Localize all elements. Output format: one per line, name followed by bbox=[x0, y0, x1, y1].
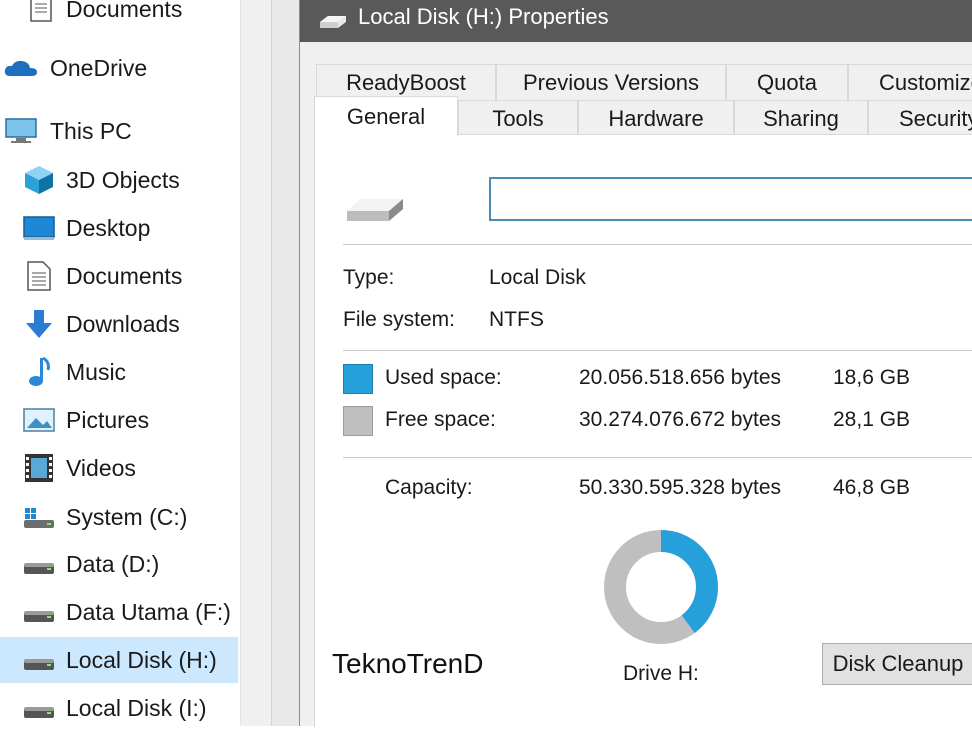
tab-readyboost[interactable]: ReadyBoost bbox=[316, 64, 496, 100]
divider bbox=[343, 244, 972, 245]
type-label: Type: bbox=[343, 266, 395, 289]
drive-icon bbox=[22, 691, 56, 725]
properties-dialog: Local Disk (H:) Properties ReadyBoost Pr… bbox=[299, 0, 972, 727]
documents-icon bbox=[22, 259, 56, 293]
used-space-bytes: 20.056.518.656 bytes bbox=[579, 366, 782, 389]
nav-item-label: Data Utama (F:) bbox=[66, 598, 231, 625]
system-drive-icon bbox=[22, 500, 56, 534]
nav-item-pictures[interactable]: Pictures bbox=[0, 397, 238, 443]
free-space-gb: 28,1 GB bbox=[833, 408, 911, 431]
nav-item-label: Documents bbox=[66, 0, 183, 22]
nav-item-label: Desktop bbox=[66, 214, 151, 241]
nav-item-data-utama-f[interactable]: Data Utama (F:) bbox=[0, 589, 238, 635]
nav-item-desktop[interactable]: Desktop bbox=[0, 205, 238, 251]
file-system-value: NTFS bbox=[489, 308, 544, 331]
tab-security[interactable]: Security bbox=[868, 100, 972, 136]
nav-item-label: Music bbox=[66, 358, 127, 385]
drive-icon bbox=[22, 643, 56, 677]
nav-item-videos[interactable]: Videos bbox=[0, 445, 238, 491]
nav-item-local-disk-i[interactable]: Local Disk (I:) bbox=[0, 685, 238, 731]
desktop-icon bbox=[22, 211, 56, 245]
free-space-swatch bbox=[343, 406, 373, 436]
free-space-label: Free space: bbox=[385, 408, 496, 431]
music-icon bbox=[22, 355, 56, 389]
drive-icon bbox=[345, 193, 405, 230]
used-space-label: Used space: bbox=[385, 366, 502, 389]
nav-item-music[interactable]: Music bbox=[0, 349, 238, 395]
divider bbox=[343, 350, 972, 351]
nav-item-label: Local Disk (H:) bbox=[66, 646, 217, 673]
capacity-gb: 46,8 GB bbox=[833, 476, 911, 499]
videos-icon bbox=[22, 451, 56, 485]
tab-sharing[interactable]: Sharing bbox=[734, 100, 868, 136]
tab-quota[interactable]: Quota bbox=[726, 64, 848, 100]
nav-item-label: Documents bbox=[66, 262, 183, 289]
nav-item-onedrive[interactable]: OneDrive bbox=[0, 45, 238, 91]
drive-label: Drive H: bbox=[623, 662, 699, 685]
tab-hardware[interactable]: Hardware bbox=[578, 100, 734, 136]
drive-icon bbox=[22, 547, 56, 581]
general-tab-panel: Type: Local Disk File system: NTFS Used … bbox=[314, 134, 972, 727]
file-system-label: File system: bbox=[343, 308, 456, 331]
nav-item-label: Downloads bbox=[66, 310, 180, 337]
nav-item-label: Videos bbox=[66, 454, 136, 481]
dialog-title: Local Disk (H:) Properties bbox=[358, 4, 609, 29]
nav-item-data-d[interactable]: Data (D:) bbox=[0, 541, 238, 587]
nav-item-3d-objects[interactable]: 3D Objects bbox=[0, 157, 238, 203]
dialog-titlebar[interactable]: Local Disk (H:) Properties bbox=[300, 0, 972, 42]
free-space-bytes: 30.274.076.672 bytes bbox=[579, 408, 782, 431]
nav-item-label: Local Disk (I:) bbox=[66, 694, 207, 721]
tab-customize[interactable]: Customize bbox=[848, 64, 972, 100]
pictures-icon bbox=[22, 403, 56, 437]
downloads-icon bbox=[22, 307, 56, 341]
nav-item-documents-top[interactable]: Documents bbox=[0, 0, 238, 32]
this-pc-icon bbox=[4, 114, 38, 148]
capacity-label: Capacity: bbox=[385, 476, 473, 499]
onedrive-icon bbox=[4, 51, 38, 85]
capacity-bytes: 50.330.595.328 bytes bbox=[579, 476, 782, 499]
nav-scrollbar[interactable] bbox=[240, 0, 271, 726]
type-value: Local Disk bbox=[489, 266, 586, 289]
nav-item-downloads[interactable]: Downloads bbox=[0, 301, 238, 347]
tab-previous-versions[interactable]: Previous Versions bbox=[496, 64, 726, 100]
drive-icon bbox=[318, 8, 348, 37]
divider bbox=[343, 457, 972, 458]
usage-donut-chart bbox=[604, 530, 718, 644]
nav-item-system-c[interactable]: System (C:) bbox=[0, 494, 238, 540]
drive-icon bbox=[22, 595, 56, 629]
navigation-pane: Documents OneDrive This PC 3D Objects De… bbox=[0, 0, 240, 726]
nav-item-label: Pictures bbox=[66, 406, 150, 433]
nav-item-label: 3D Objects bbox=[66, 166, 180, 193]
used-space-swatch bbox=[343, 364, 373, 394]
nav-item-label: OneDrive bbox=[50, 54, 148, 81]
3d-objects-icon bbox=[22, 163, 56, 197]
nav-item-label: System (C:) bbox=[66, 503, 188, 530]
nav-item-label: Data (D:) bbox=[66, 550, 160, 577]
window-edge bbox=[271, 0, 300, 726]
tab-general[interactable]: General bbox=[314, 96, 458, 136]
documents-icon bbox=[24, 0, 58, 26]
used-space-gb: 18,6 GB bbox=[833, 366, 911, 389]
watermark-text: TeknoTrenD bbox=[332, 648, 484, 679]
tab-tools[interactable]: Tools bbox=[458, 100, 578, 136]
nav-item-this-pc[interactable]: This PC bbox=[0, 108, 238, 154]
drive-name-input[interactable] bbox=[491, 179, 972, 219]
nav-item-documents[interactable]: Documents bbox=[0, 253, 238, 299]
nav-item-local-disk-h[interactable]: Local Disk (H:) bbox=[0, 637, 238, 683]
nav-item-label: This PC bbox=[50, 117, 132, 144]
drive-name-field[interactable] bbox=[489, 177, 972, 221]
disk-cleanup-button[interactable]: Disk Cleanup bbox=[822, 643, 972, 685]
